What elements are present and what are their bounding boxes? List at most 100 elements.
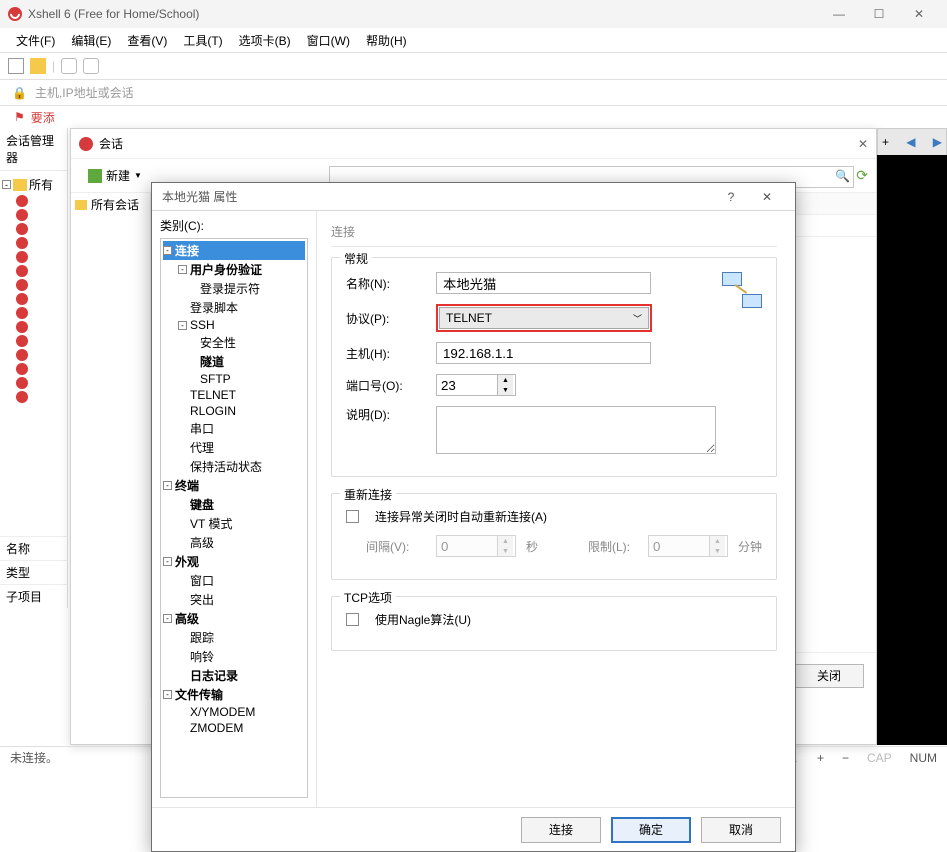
host-input[interactable] xyxy=(436,342,651,364)
session-icon xyxy=(16,349,28,361)
properties-titlebar[interactable]: 本地光猫 属性 ? ✕ xyxy=(152,183,795,211)
nagle-checkbox[interactable] xyxy=(346,613,359,626)
session-icon xyxy=(16,307,28,319)
nagle-label: 使用Nagle算法(U) xyxy=(375,611,471,628)
protocol-label: 协议(P): xyxy=(346,310,426,327)
collapse-icon[interactable]: - xyxy=(163,690,172,699)
ok-button[interactable]: 确定 xyxy=(611,817,691,843)
name-label: 名称(N): xyxy=(346,275,426,292)
session-icon xyxy=(16,223,28,235)
category-tree[interactable]: -连接 -用户身份验证 登录提示符 登录脚本 -SSH 安全性 隧道 SFTP … xyxy=(160,238,308,798)
tab-add-icon[interactable]: + xyxy=(882,135,889,149)
properties-help-button[interactable]: ? xyxy=(713,183,749,211)
app-logo-icon xyxy=(8,7,22,21)
session-icon xyxy=(16,377,28,389)
protocol-select[interactable]: TELNET ﹀ xyxy=(439,307,649,329)
form-section-title: 连接 xyxy=(331,221,777,247)
flag-icon[interactable]: ⚑ xyxy=(14,110,25,124)
collapse-icon[interactable]: - xyxy=(163,614,172,623)
session-icon xyxy=(16,195,28,207)
status-cap: CAP xyxy=(867,751,892,765)
tab-scroll-left-icon[interactable]: ◀ xyxy=(906,135,915,149)
terminal-tab[interactable]: + ◀ ▶ xyxy=(877,128,947,155)
spin-up-icon[interactable]: ▲ xyxy=(498,375,513,385)
properties-close-button[interactable]: ✕ xyxy=(749,183,785,211)
session-icon xyxy=(16,335,28,347)
tcp-group: TCP选项 使用Nagle算法(U) xyxy=(331,596,777,651)
reconnect-group: 重新连接 连接异常关闭时自动重新连接(A) 间隔(V): ▲▼ 秒 限制(L xyxy=(331,493,777,580)
connect-button[interactable]: 连接 xyxy=(521,817,601,843)
collapse-icon[interactable]: - xyxy=(178,321,187,330)
main-toolbar: | xyxy=(0,52,947,80)
maximize-button[interactable]: ☐ xyxy=(859,0,899,28)
new-session-button[interactable]: 新建 ▼ xyxy=(79,163,151,188)
folder-icon xyxy=(13,179,27,191)
app-title: Xshell 6 (Free for Home/School) xyxy=(28,7,199,21)
category-panel: 类别(C): -连接 -用户身份验证 登录提示符 登录脚本 -SSH 安全性 隧… xyxy=(152,211,317,807)
collapse-icon[interactable]: - xyxy=(163,246,172,255)
menu-tabs[interactable]: 选项卡(B) xyxy=(233,30,297,51)
add-icon[interactable]: + xyxy=(817,751,824,765)
port-input[interactable] xyxy=(437,375,497,395)
menu-file[interactable]: 文件(F) xyxy=(10,30,61,51)
close-button[interactable]: ✕ xyxy=(899,0,939,28)
menu-window[interactable]: 窗口(W) xyxy=(301,30,356,51)
plus-icon xyxy=(88,169,102,183)
desc-textarea[interactable] xyxy=(436,406,716,454)
properties-title-text: 本地光猫 属性 xyxy=(162,188,237,205)
manager-properties: 名称 类型 子项目 xyxy=(0,536,68,608)
name-input[interactable] xyxy=(436,272,651,294)
session-icon xyxy=(16,279,28,291)
open-icon[interactable] xyxy=(30,58,46,74)
session-manager-tree[interactable]: -所有 xyxy=(0,171,67,408)
sessions-close-btn[interactable]: 关闭 xyxy=(794,664,864,688)
search-icon[interactable]: 🔍 xyxy=(835,169,850,183)
bookmark-text[interactable]: 要添 xyxy=(31,109,55,126)
session-icon xyxy=(16,237,28,249)
refresh-icon[interactable]: ⟳ xyxy=(856,167,868,184)
sessions-title-text: 会话 xyxy=(99,135,123,152)
collapse-icon[interactable]: - xyxy=(163,481,172,490)
disconnect-icon[interactable] xyxy=(83,58,99,74)
port-spinner[interactable]: ▲▼ xyxy=(436,374,516,396)
menu-help[interactable]: 帮助(H) xyxy=(360,30,413,51)
remove-icon[interactable]: − xyxy=(842,751,849,765)
status-num: NUM xyxy=(910,751,937,765)
limit-spinner: ▲▼ xyxy=(648,535,728,557)
interval-label: 间隔(V): xyxy=(366,538,426,555)
minimize-button[interactable]: — xyxy=(819,0,859,28)
tab-scroll-right-icon[interactable]: ▶ xyxy=(933,135,942,149)
menu-edit[interactable]: 编辑(E) xyxy=(65,30,117,51)
properties-form: 连接 常规 名称(N): 协议(P): TELNET xyxy=(317,211,795,807)
protocol-highlight: TELNET ﹀ xyxy=(436,304,652,332)
prop-children-label: 子项目 xyxy=(0,584,68,608)
sessions-close-button[interactable]: ✕ xyxy=(858,137,868,151)
network-icon xyxy=(722,272,762,308)
menu-tools[interactable]: 工具(T) xyxy=(177,30,228,51)
auto-reconnect-label: 连接异常关闭时自动重新连接(A) xyxy=(375,508,547,525)
sessions-folder-tree[interactable]: 所有会话 xyxy=(71,193,151,698)
general-group: 常规 名称(N): 协议(P): TELNET ﹀ xyxy=(331,257,777,477)
folder-icon xyxy=(75,200,87,210)
collapse-icon[interactable]: - xyxy=(2,180,11,189)
reconnect-icon[interactable] xyxy=(61,58,77,74)
session-icon xyxy=(16,251,28,263)
new-session-icon[interactable] xyxy=(8,58,24,74)
session-icon xyxy=(16,391,28,403)
sessions-logo-icon xyxy=(79,137,93,151)
collapse-icon[interactable]: - xyxy=(178,265,187,274)
terminal-area[interactable] xyxy=(877,155,947,745)
properties-dialog: 本地光猫 属性 ? ✕ 类别(C): -连接 -用户身份验证 登录提示符 登录脚… xyxy=(151,182,796,852)
session-icon xyxy=(16,363,28,375)
spin-down-icon[interactable]: ▼ xyxy=(498,385,513,395)
cancel-button[interactable]: 取消 xyxy=(701,817,781,843)
menu-view[interactable]: 查看(V) xyxy=(121,30,173,51)
collapse-icon[interactable]: - xyxy=(163,557,172,566)
address-placeholder[interactable]: 主机,IP地址或会话 xyxy=(35,84,134,101)
address-bar: 🔒 主机,IP地址或会话 xyxy=(0,80,947,106)
chevron-down-icon: ﹀ xyxy=(633,312,642,325)
main-titlebar: Xshell 6 (Free for Home/School) — ☐ ✕ xyxy=(0,0,947,28)
session-manager-panel: 会话管理器 -所有 名称 类型 子项目 xyxy=(0,128,68,608)
auto-reconnect-checkbox[interactable] xyxy=(346,510,359,523)
prop-name-label: 名称 xyxy=(0,536,68,560)
